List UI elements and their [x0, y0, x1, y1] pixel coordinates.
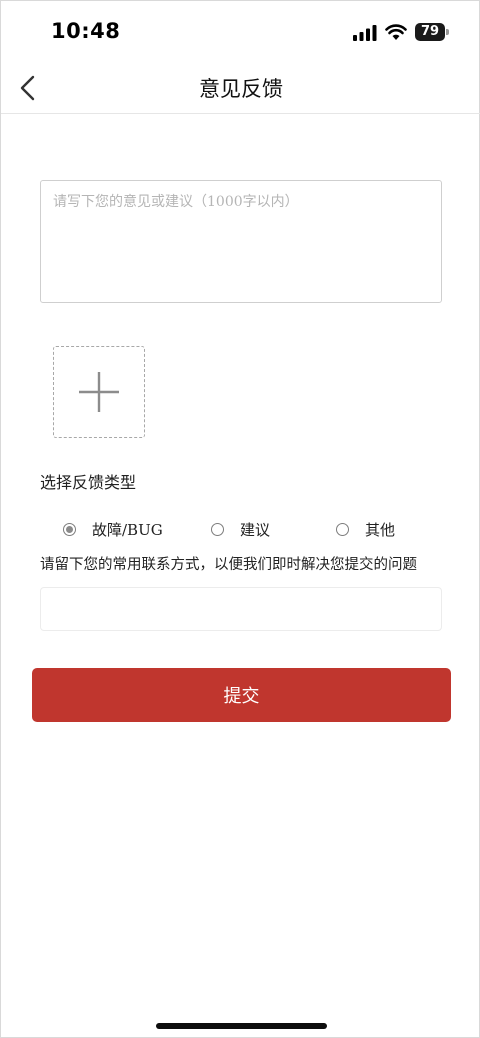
feedback-type-radio-group: 故障/BUG 建议 其他 — [63, 517, 443, 541]
battery-tip — [446, 29, 449, 35]
home-indicator — [156, 1023, 327, 1029]
radio-option-bug[interactable]: 故障/BUG — [63, 517, 163, 541]
battery-level: 79 — [415, 23, 445, 41]
status-bar: 10:48 79 — [1, 1, 480, 65]
radio-label: 建议 — [240, 520, 271, 539]
radio-label: 故障/BUG — [92, 520, 163, 539]
radio-button[interactable] — [63, 522, 76, 536]
status-time: 10:48 — [51, 19, 121, 43]
contact-hint: 请留下您的常用联系方式，以便我们即时解决您提交的问题 — [40, 557, 417, 573]
radio-option-other[interactable]: 其他 — [336, 517, 395, 541]
radio-label: 其他 — [365, 520, 396, 539]
feedback-textarea[interactable] — [40, 180, 442, 303]
wifi-icon — [385, 24, 407, 40]
feedback-type-title: 选择反馈类型 — [40, 473, 137, 492]
contact-input[interactable] — [40, 587, 442, 631]
add-image-button[interactable] — [53, 346, 145, 438]
nav-bar: 意见反馈 — [1, 65, 480, 114]
radio-button[interactable] — [336, 522, 349, 536]
radio-option-suggestion[interactable]: 建议 — [211, 517, 270, 541]
submit-button[interactable]: 提交 — [32, 668, 451, 722]
radio-button[interactable] — [211, 522, 224, 536]
battery-icon: 79 — [415, 23, 449, 41]
page-title: 意见反馈 — [199, 77, 283, 101]
plus-icon — [79, 372, 119, 412]
cellular-signal-icon — [353, 25, 377, 41]
